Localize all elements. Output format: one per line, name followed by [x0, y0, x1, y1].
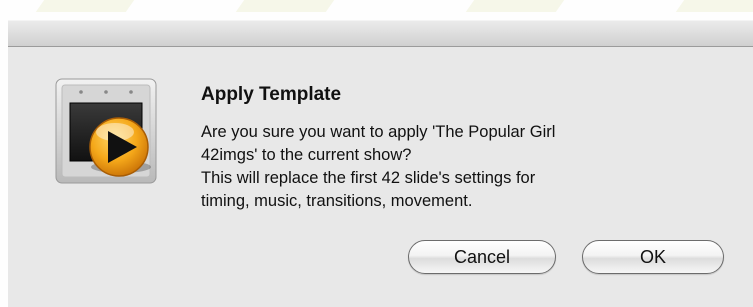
dialog-message: Are you sure you want to apply 'The Popu…: [201, 121, 721, 213]
cancel-button[interactable]: Cancel: [408, 240, 556, 274]
message-line: 42imgs' to the current show?: [201, 146, 412, 164]
backdrop-streak: [35, 0, 135, 12]
window-titlebar: [8, 20, 753, 47]
message-line: Are you sure you want to apply 'The Popu…: [201, 123, 556, 141]
backdrop-streak: [675, 0, 753, 12]
apply-template-dialog: Apply Template Are you sure you want to …: [8, 47, 753, 307]
ok-button[interactable]: OK: [582, 240, 724, 274]
dialog-title: Apply Template: [201, 84, 342, 105]
message-line: timing, music, transitions, movement.: [201, 192, 473, 210]
backdrop-streak: [465, 0, 565, 12]
message-line: This will replace the first 42 slide's s…: [201, 169, 536, 187]
slideshow-play-icon: [53, 77, 163, 187]
backdrop-streak: [235, 0, 335, 12]
